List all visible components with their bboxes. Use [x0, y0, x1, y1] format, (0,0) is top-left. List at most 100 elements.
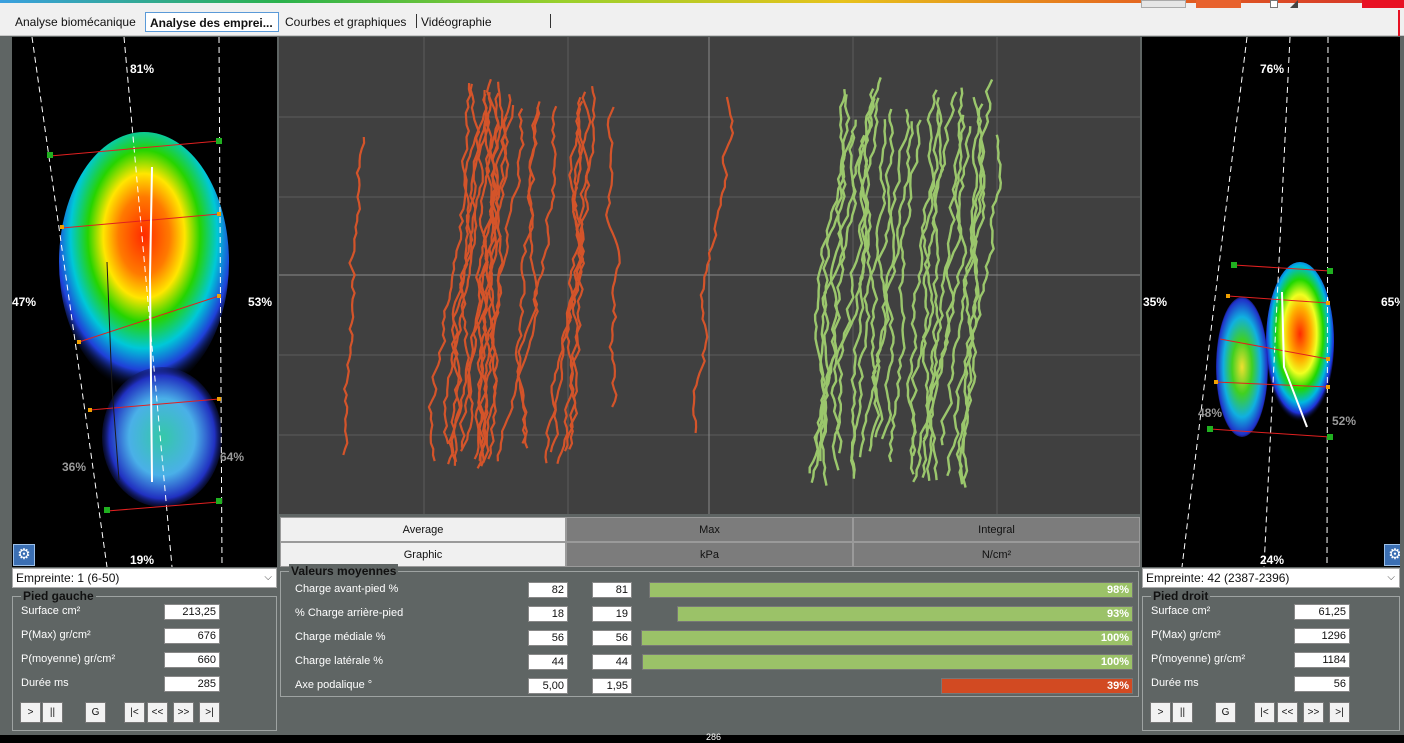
record-button[interactable]	[1196, 0, 1241, 8]
timeline-tick: 286	[706, 732, 722, 742]
right-field-label: P(moyenne) gr/cm²	[1151, 653, 1246, 665]
right-inner-left-percent: 48%	[1198, 406, 1223, 420]
tab-courbes-graphiques[interactable]: Courbes et graphiques	[281, 12, 410, 32]
average-row-label: Charge avant-pied %	[295, 583, 399, 595]
window-button[interactable]	[1270, 0, 1278, 8]
left-last-frame-button[interactable]: >|	[199, 702, 220, 723]
left-foot-heatmap	[31, 37, 229, 567]
settings-gear-icon[interactable]: ⚙	[13, 544, 35, 566]
tab-videographie[interactable]: Vidéographie	[417, 12, 496, 32]
trace-canvas	[279, 37, 1140, 514]
left-inner-left-percent: 36%	[62, 460, 87, 474]
left-pause-button[interactable]: ||	[42, 702, 63, 723]
left-inner-right-percent: 64%	[220, 450, 245, 464]
right-forward-button[interactable]: >>	[1303, 702, 1324, 723]
left-field-label: P(moyenne) gr/cm²	[21, 653, 116, 665]
close-edge	[1398, 10, 1400, 36]
tab-analyse-biomecanique[interactable]: Analyse biomécanique	[11, 12, 140, 32]
average-bar: 100%	[641, 630, 1133, 646]
average-left-value: 56	[528, 630, 568, 646]
average-bar: 98%	[649, 582, 1133, 598]
right-rewind-button[interactable]: <<	[1277, 702, 1298, 723]
view-kpa-button[interactable]: kPa	[566, 542, 853, 567]
average-bar: 100%	[642, 654, 1133, 670]
average-right-value: 19	[592, 606, 632, 622]
left-field-label: Surface cm²	[21, 605, 81, 617]
left-bottom-percent: 19%	[130, 553, 155, 567]
average-right-value: 1,95	[592, 678, 632, 694]
right-bottom-percent: 24%	[1260, 553, 1285, 567]
pressure-trace-graph	[279, 37, 1140, 514]
right-lateral-percent: 65%	[1381, 295, 1400, 309]
left-forward-button[interactable]: >>	[173, 702, 194, 723]
left-footprint-select[interactable]: Empreinte: 1 (6-50) ⌵	[12, 568, 277, 588]
right-medial-percent: 35%	[1143, 295, 1168, 309]
left-lateral-percent: 53%	[248, 295, 273, 309]
right-last-frame-button[interactable]: >|	[1329, 702, 1350, 723]
right-field-label: Durée ms	[1151, 677, 1199, 689]
right-field-label: Surface cm²	[1151, 605, 1211, 617]
left-top-percent: 81%	[130, 62, 155, 76]
left-play-button[interactable]: >	[20, 702, 41, 723]
chevron-down-icon: ⌵	[1387, 572, 1395, 583]
right-field-value: 61,25	[1294, 604, 1350, 620]
right-foot-stats: Pied droit Surface cm² 61,25 P(Max) gr/cm²…	[1142, 589, 1400, 731]
pressure-trace	[868, 121, 914, 452]
left-field-label: P(Max) gr/cm²	[21, 629, 91, 641]
average-bar: 93%	[677, 606, 1133, 622]
right-inner-right-percent: 52%	[1332, 414, 1357, 428]
left-foot-stats: Pied gauche Surface cm² 213,25 P(Max) gr/c…	[12, 589, 277, 731]
top-bar: Analyse biomécanique Analyse des emprei.…	[0, 0, 1404, 36]
average-row-label: Axe podalique °	[295, 679, 373, 691]
view-max-button[interactable]: Max	[566, 517, 853, 542]
view-ncm2-button[interactable]: N/cm²	[853, 542, 1140, 567]
left-g-button[interactable]: G	[85, 702, 106, 723]
left-medial-percent: 47%	[12, 295, 37, 309]
right-footprint-select[interactable]: Empreinte: 42 (2387-2396) ⌵	[1142, 568, 1400, 588]
average-right-value: 44	[592, 654, 632, 670]
average-left-value: 5,00	[528, 678, 568, 694]
pressure-trace	[605, 106, 621, 408]
average-left-value: 82	[528, 582, 568, 598]
pressure-trace	[342, 136, 366, 456]
right-pause-button[interactable]: ||	[1172, 702, 1193, 723]
right-g-button[interactable]: G	[1215, 702, 1236, 723]
view-average-button[interactable]: Average	[280, 517, 566, 542]
left-rewind-button[interactable]: <<	[147, 702, 168, 723]
settings-gear-icon[interactable]: ⚙	[1384, 544, 1400, 566]
right-top-percent: 76%	[1260, 62, 1285, 76]
left-footprint-value: Empreinte: 1 (6-50)	[16, 571, 120, 585]
right-field-value: 1184	[1294, 652, 1350, 668]
tab-analyse-empreintes[interactable]: Analyse des emprei...	[145, 12, 279, 32]
average-row-label: Charge latérale %	[295, 655, 384, 667]
right-footprint-value: Empreinte: 42 (2387-2396)	[1146, 571, 1290, 585]
pressure-trace	[692, 96, 734, 434]
average-left-value: 18	[528, 606, 568, 622]
window-button[interactable]	[1141, 0, 1186, 8]
left-field-value: 676	[164, 628, 220, 644]
pressure-trace	[880, 108, 896, 440]
average-right-value: 81	[592, 582, 632, 598]
average-values-title: Valeurs moyennes	[289, 564, 399, 578]
right-play-button[interactable]: >	[1150, 702, 1171, 723]
view-integral-button[interactable]: Integral	[853, 517, 1140, 542]
timeline-strip: 286	[0, 732, 1404, 743]
left-field-label: Durée ms	[21, 677, 69, 689]
right-first-frame-button[interactable]: |<	[1254, 702, 1275, 723]
left-field-value: 213,25	[164, 604, 220, 620]
average-row-label: Charge médiale %	[295, 631, 386, 643]
left-foot-title: Pied gauche	[21, 589, 96, 603]
right-foot-pressure-map: 76% 35% 65% 48% 52% 24% ⚙	[1142, 37, 1400, 567]
average-values-panel: Valeurs moyennes Charge avant-pied % 82 81…	[280, 564, 1139, 697]
left-first-frame-button[interactable]: |<	[124, 702, 145, 723]
average-left-value: 44	[528, 654, 568, 670]
average-row-label: % Charge arrière-pied	[295, 607, 404, 619]
left-field-value: 285	[164, 676, 220, 692]
tab-separator	[550, 14, 551, 28]
close-button[interactable]	[1362, 0, 1404, 8]
right-foot-heatmap	[1181, 37, 1334, 567]
average-bar: 39%	[941, 678, 1133, 694]
accent-stripe	[0, 0, 1404, 3]
right-field-label: P(Max) gr/cm²	[1151, 629, 1221, 641]
average-right-value: 56	[592, 630, 632, 646]
